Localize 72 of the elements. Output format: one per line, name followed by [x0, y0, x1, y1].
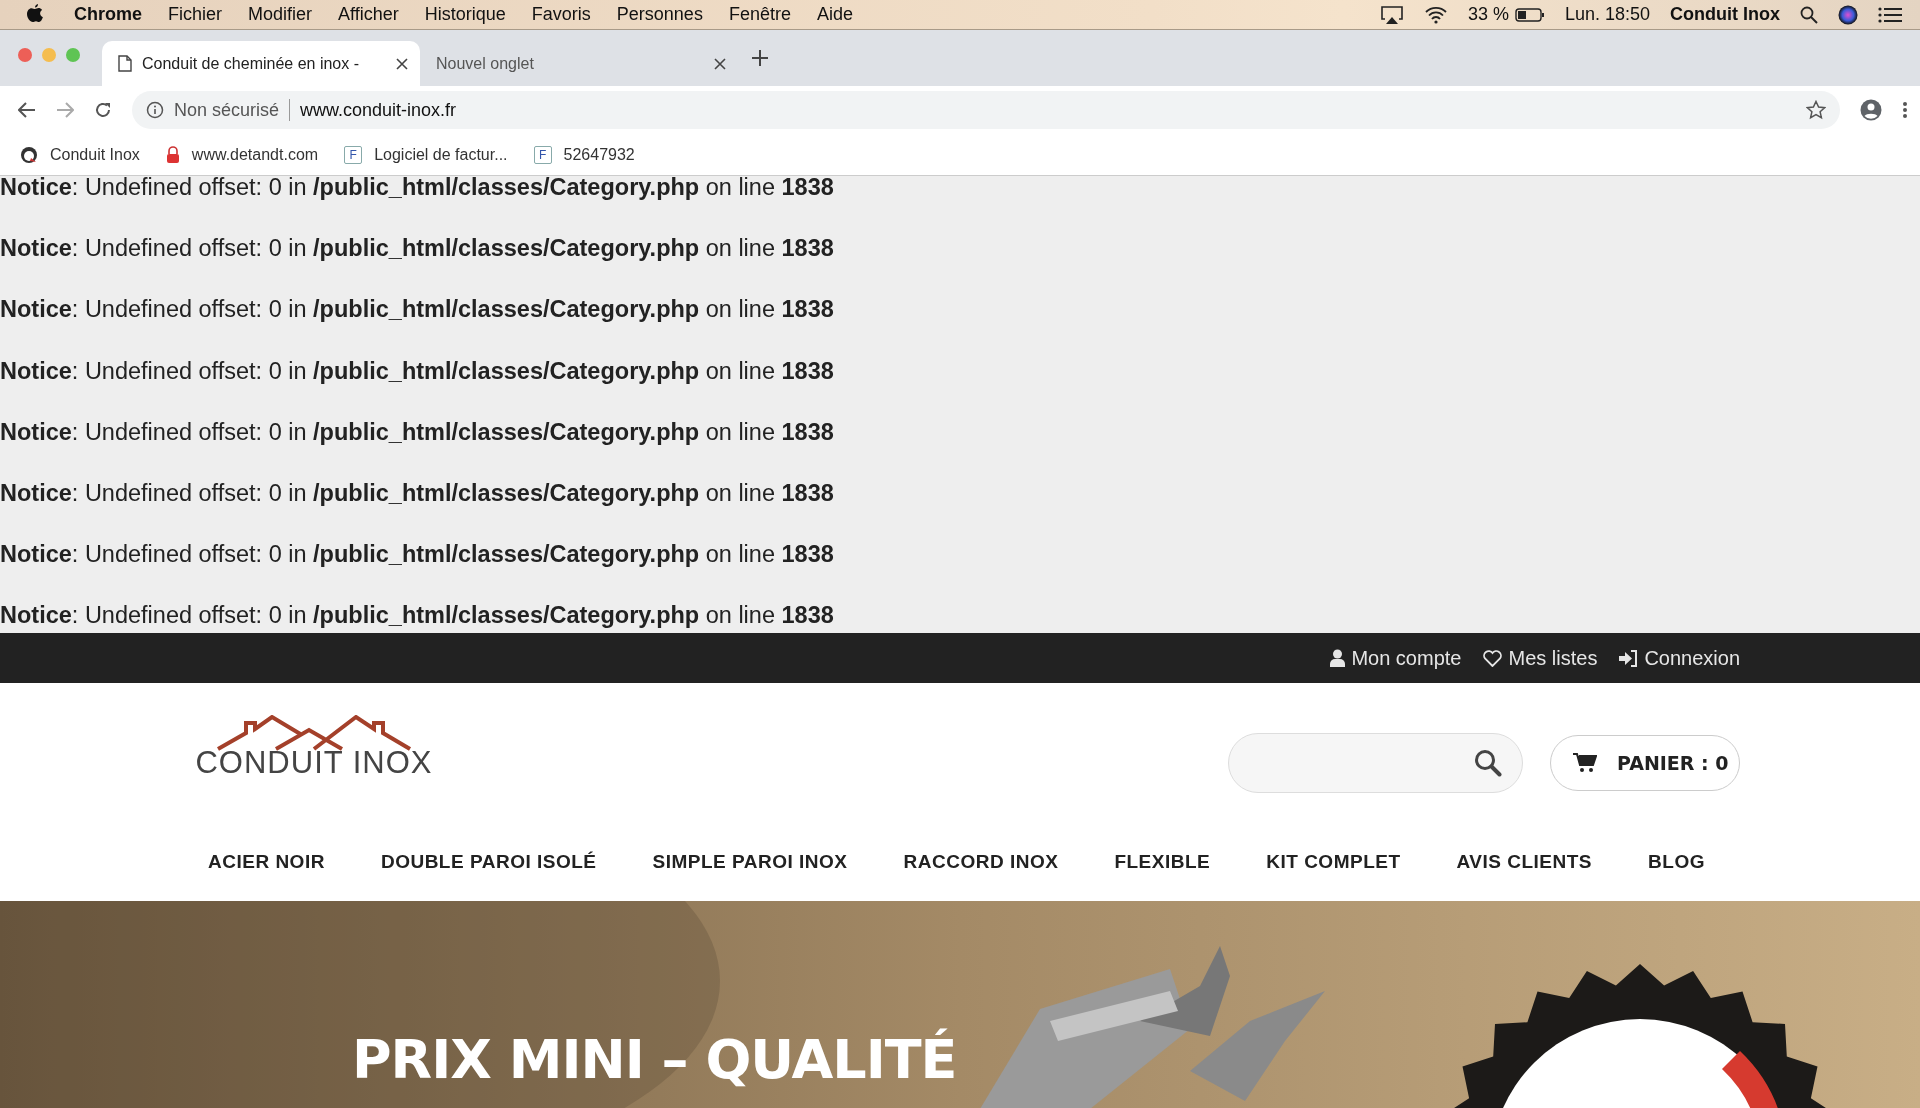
php-notice: Notice: Undefined offset: 0 in /public_html/classes/Category.php on line 1838	[0, 480, 835, 508]
bookmark-link[interactable]: Conduit Inox	[20, 145, 140, 164]
account-link[interactable]: Mes listes	[1483, 646, 1598, 670]
browser-tab[interactable]: Conduit de cheminée en inox -	[102, 41, 420, 86]
siri-icon[interactable]	[1838, 4, 1858, 25]
bookmark-link[interactable]: www.detandt.com	[165, 145, 319, 164]
roofs-icon	[216, 715, 412, 751]
search-icon[interactable]	[1474, 749, 1502, 777]
account-link[interactable]: Connexion	[1619, 646, 1740, 670]
menu-item[interactable]: Favoris	[531, 4, 591, 25]
plus-icon[interactable]	[752, 50, 768, 66]
app-menu[interactable]: Chrome	[74, 4, 142, 25]
php-notice: Notice: Undefined offset: 0 in /public_html/classes/Category.php on line 1838	[0, 419, 835, 447]
menu-item[interactable]: Afficher	[338, 4, 399, 25]
nav-link[interactable]: KIT COMPLET	[1266, 851, 1401, 873]
bookmark-link[interactable]: F 52647932	[533, 145, 635, 164]
php-notice: Notice: Undefined offset: 0 in /public_html/classes/Category.php on line 1838	[0, 297, 835, 325]
document-icon	[118, 55, 132, 72]
tab-title: Conduit de cheminée en inox -	[142, 54, 361, 73]
apple-icon[interactable]	[26, 4, 44, 25]
php-notice: Notice: Undefined offset: 0 in /public_html/classes/Category.php on line 1838	[0, 176, 835, 202]
menubar-user[interactable]: Conduit Inox	[1670, 4, 1780, 25]
php-notice: Notice: Undefined offset: 0 in /public_html/classes/Category.php on line 1838	[0, 236, 835, 264]
nav-link[interactable]: BLOG	[1648, 851, 1705, 873]
heart-icon	[1483, 649, 1503, 667]
nav-link[interactable]: FLEXIBLE	[1114, 851, 1211, 873]
back-icon[interactable]	[18, 102, 36, 118]
account-icon[interactable]	[1860, 99, 1882, 121]
lock-icon	[165, 145, 180, 164]
security-label: Non sécurisé	[174, 99, 291, 121]
bookmark-link[interactable]: F Logiciel de factur...	[344, 145, 508, 164]
nav-link[interactable]: SIMPLE PAROI INOX	[652, 851, 848, 873]
menu-item[interactable]: Fichier	[168, 4, 223, 25]
user-icon	[1330, 649, 1346, 667]
php-notice: Notice: Undefined offset: 0 in /public_html/classes/Category.php on line 1838	[0, 358, 835, 386]
menu-item[interactable]: Fenêtre	[728, 4, 791, 25]
search-icon[interactable]	[1800, 5, 1818, 24]
url-text: www.conduit-inox.fr	[300, 99, 458, 121]
star-icon[interactable]	[1806, 100, 1826, 120]
login-icon	[1619, 649, 1639, 667]
cart-button[interactable]: PANIER : 0	[1550, 735, 1740, 791]
cart-icon	[1573, 753, 1597, 773]
menu-item[interactable]: Personnes	[616, 4, 703, 25]
wifi-icon[interactable]	[1423, 5, 1448, 24]
battery-icon[interactable]	[1514, 7, 1545, 22]
php-notice: Notice: Undefined offset: 0 in /public_html/classes/Category.php on line 1838	[0, 603, 835, 631]
close-icon[interactable]	[714, 57, 726, 70]
menu-item[interactable]: Aide	[816, 4, 853, 25]
php-notice: Notice: Undefined offset: 0 in /public_html/classes/Category.php on line 1838	[0, 542, 835, 570]
list-icon[interactable]	[1878, 5, 1902, 24]
nav-link[interactable]: ACIER NOIR	[208, 851, 325, 873]
close-icon[interactable]	[396, 57, 408, 70]
nav-link[interactable]: DOUBLE PAROI ISOLÉ	[380, 851, 597, 873]
hero-headline: PRIX MINI – QUALITÉ	[352, 1027, 957, 1093]
favicon: F	[533, 145, 552, 164]
battery-percent: 33 %	[1467, 4, 1509, 25]
menubar-clock: Lun. 18:50	[1564, 4, 1650, 25]
menu-item[interactable]: Modifier	[248, 4, 313, 25]
airplay-icon[interactable]	[1379, 4, 1404, 25]
nav-link[interactable]: AVIS CLIENTS	[1456, 851, 1593, 873]
browser-tab[interactable]: Nouvel onglet	[420, 41, 738, 86]
logo-text[interactable]: CONDUIT INOX	[195, 745, 433, 781]
more-icon[interactable]	[1902, 101, 1908, 119]
favicon: F	[344, 145, 363, 164]
close-window-button[interactable]	[18, 48, 32, 62]
account-link[interactable]: Mon compte	[1330, 646, 1462, 670]
address-field[interactable]: Non sécurisé www.conduit-inox.fr	[132, 91, 1840, 129]
menu-item[interactable]: Historique	[424, 4, 506, 25]
nav-link[interactable]: RACCORD INOX	[903, 851, 1059, 873]
reload-icon[interactable]	[94, 101, 112, 119]
info-icon	[146, 101, 164, 119]
tab-title: Nouvel onglet	[436, 54, 535, 73]
